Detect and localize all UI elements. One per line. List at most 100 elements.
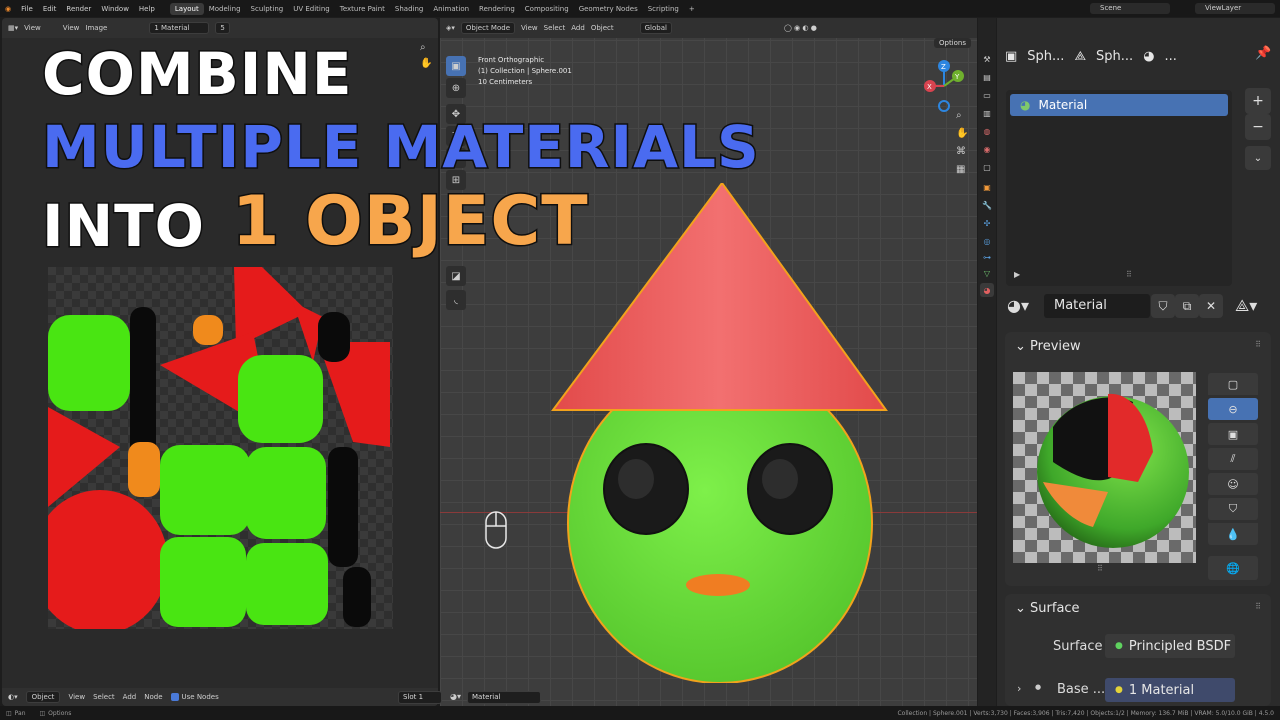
node-menu-footer[interactable]: Node — [144, 693, 162, 701]
surface-drag-handle[interactable]: ⠿ — [1255, 602, 1261, 611]
navigation-gizmo[interactable]: Z Y X — [916, 58, 976, 118]
particles-tab-icon[interactable]: ✣ — [980, 216, 994, 230]
tab-geometry-nodes[interactable]: Geometry Nodes — [574, 3, 643, 15]
physics-tab-icon[interactable]: ◎ — [980, 234, 994, 248]
editor-type-icon-3[interactable]: ◈▾ — [446, 24, 455, 32]
menu-window[interactable]: Window — [96, 5, 134, 13]
data-tab-icon[interactable]: ▽ — [980, 266, 994, 280]
blender-logo-icon[interactable]: ◉ — [0, 5, 16, 13]
image-menu[interactable]: Image — [85, 24, 107, 32]
collection-tab-icon[interactable]: ▢ — [980, 160, 994, 174]
preview-cloth-button[interactable]: ⛉ — [1208, 498, 1258, 520]
editor-type-icon-2[interactable]: ◐▾ — [8, 693, 18, 701]
menu-file[interactable]: File — [16, 5, 38, 13]
tab-modeling[interactable]: Modeling — [204, 3, 246, 15]
view-menu[interactable]: View — [24, 24, 41, 32]
footer-material-icon[interactable]: ◕▾ — [450, 692, 461, 701]
scene-tab-icon[interactable]: ◍ — [980, 124, 994, 138]
select-menu-viewport[interactable]: Select — [544, 24, 566, 32]
render-tab-icon[interactable]: ▤ — [980, 70, 994, 84]
preview-header[interactable]: ⌄ Preview — [1015, 339, 1081, 354]
menu-edit[interactable]: Edit — [38, 5, 62, 13]
tab-shading[interactable]: Shading — [390, 3, 428, 15]
tab-animation[interactable]: Animation — [428, 3, 474, 15]
preview-hair-button[interactable]: ⫽ — [1208, 448, 1258, 470]
object-menu-viewport[interactable]: Object — [591, 24, 614, 32]
tab-rendering[interactable]: Rendering — [474, 3, 520, 15]
material-name-field[interactable]: Material — [1044, 294, 1150, 318]
fake-user-button[interactable]: ⛉ — [1151, 294, 1175, 318]
breadcrumb-more[interactable]: ... — [1165, 49, 1177, 64]
surface-header[interactable]: ⌄ Surface — [1015, 601, 1080, 616]
viewport-options-button[interactable]: Options — [933, 38, 971, 48]
annotate-tool-button[interactable]: ◪ — [446, 266, 466, 286]
base-color-field[interactable]: ● 1 Material — [1105, 678, 1235, 702]
preview-world-button[interactable]: 🌐 — [1208, 556, 1258, 580]
output-tab-icon[interactable]: ▭ — [980, 88, 994, 102]
cursor-tool-button[interactable]: ⊕ — [446, 78, 466, 98]
preview-monkey-button[interactable]: ☺ — [1208, 473, 1258, 495]
add-menu-viewport[interactable]: Add — [571, 24, 585, 32]
mode-dropdown[interactable]: Object Mode — [460, 22, 516, 34]
view-menu-2[interactable]: View — [63, 24, 80, 32]
slot-dropdown[interactable]: Slot 1 — [398, 691, 442, 704]
viewport-pan-icon[interactable]: ✋ — [956, 128, 968, 139]
menu-render[interactable]: Render — [61, 5, 96, 13]
footer-material-field[interactable]: Material — [467, 691, 541, 704]
preview-sphere-button[interactable]: ⊖ — [1208, 398, 1258, 420]
scene-selector[interactable]: Scene — [1090, 3, 1170, 14]
expand-arrow-icon[interactable]: ▶ — [1014, 270, 1020, 279]
preview-fluid-button[interactable]: 💧 — [1208, 523, 1258, 545]
view-layer-selector[interactable]: ViewLayer — [1195, 3, 1275, 14]
preview-flat-button[interactable]: ▢ — [1208, 373, 1258, 395]
view-menu-viewport[interactable]: View — [521, 24, 538, 32]
unlink-material-button[interactable]: ✕ — [1199, 294, 1223, 318]
preview-resize-handle[interactable]: ⠿ — [1097, 564, 1103, 573]
tab-compositing[interactable]: Compositing — [520, 3, 574, 15]
measure-tool-button[interactable]: ◟ — [446, 290, 466, 310]
view-menu-footer[interactable]: View — [68, 693, 85, 701]
tab-layout[interactable]: Layout — [169, 2, 204, 15]
use-nodes-checkbox[interactable]: Use Nodes — [170, 693, 219, 701]
mesh-breadcrumb[interactable]: Sph... — [1096, 49, 1133, 64]
material-tab-icon[interactable]: ◕ — [980, 283, 994, 297]
orientation-dropdown[interactable]: Global — [639, 22, 672, 34]
tab-scripting[interactable]: Scripting — [643, 3, 684, 15]
add-slot-button[interactable]: + — [1245, 88, 1271, 114]
modifiers-tab-icon[interactable]: 🔧 — [980, 198, 994, 212]
select-tool-button[interactable]: ▣ — [446, 56, 466, 76]
constraints-tab-icon[interactable]: ⊶ — [980, 250, 994, 264]
tool-tab-icon[interactable]: ⚒ — [980, 52, 994, 66]
world-tab-icon[interactable]: ◉ — [980, 142, 994, 156]
viewport-zoom-icon[interactable]: ⌕ — [956, 110, 962, 121]
menu-help[interactable]: Help — [134, 5, 160, 13]
material-slot-item[interactable]: ◕ Material — [1010, 94, 1228, 116]
sphere-character[interactable] — [550, 183, 890, 683]
remove-slot-button[interactable]: − — [1245, 114, 1271, 140]
editor-type-icon[interactable]: ▦▾ — [8, 24, 18, 32]
uv-texture-canvas[interactable] — [32, 267, 393, 634]
select-menu-footer[interactable]: Select — [93, 693, 115, 701]
view-layer-tab-icon[interactable]: ▥ — [980, 106, 994, 120]
pin-icon[interactable]: 📌 — [1255, 46, 1271, 61]
object-tab-icon[interactable]: ▣ — [980, 180, 994, 194]
add-workspace-button[interactable]: + — [684, 3, 700, 15]
material-browse-icon[interactable]: ◕▾ — [1007, 296, 1029, 315]
zoom-icon[interactable]: ⌕ — [420, 42, 426, 53]
preview-cube-button[interactable]: ▣ — [1208, 423, 1258, 445]
hand-icon[interactable]: ✋ — [420, 58, 432, 69]
preview-drag-handle[interactable]: ⠿ — [1255, 340, 1261, 349]
object-breadcrumb[interactable]: Sph... — [1027, 49, 1064, 64]
link-type-icon[interactable]: ⟁▾ — [1235, 296, 1257, 316]
duplicate-material-button[interactable]: ⧉ — [1175, 294, 1199, 318]
tab-uv-editing[interactable]: UV Editing — [288, 3, 335, 15]
tab-sculpting[interactable]: Sculpting — [246, 3, 289, 15]
shading-mode-icons[interactable]: ◯ ◉ ◐ ● — [784, 24, 817, 32]
list-resize-handle[interactable]: ⠿ — [1126, 270, 1132, 279]
surface-shader-field[interactable]: ● Principled BSDF — [1105, 634, 1235, 658]
perspective-icon[interactable]: ▦ — [956, 164, 965, 175]
tab-texture-paint[interactable]: Texture Paint — [335, 3, 390, 15]
camera-view-icon[interactable]: ⌘ — [956, 146, 966, 157]
image-datablock[interactable]: 1 Material — [149, 22, 210, 34]
slot-menu-button[interactable]: ⌄ — [1245, 146, 1271, 170]
